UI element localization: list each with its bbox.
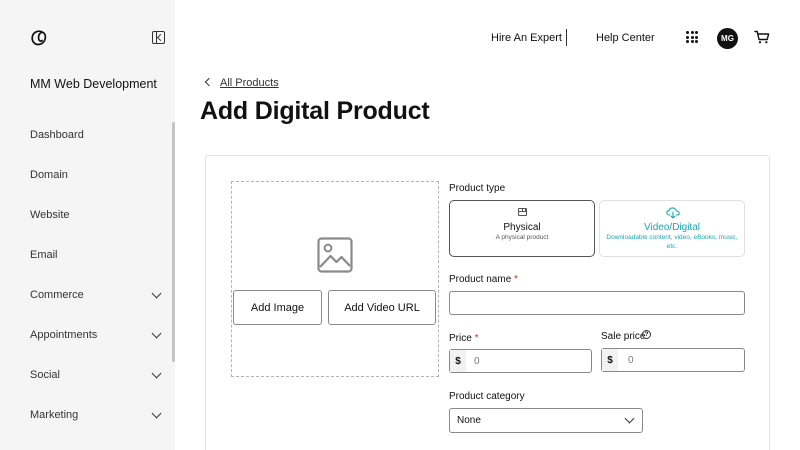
product-name-input[interactable] bbox=[449, 291, 745, 315]
sidebar-scrollbar[interactable] bbox=[172, 122, 175, 362]
product-type-subtitle: Downloadable content, video, eBooks, mus… bbox=[606, 234, 738, 250]
godaddy-logo-icon[interactable] bbox=[30, 29, 48, 47]
image-icon bbox=[317, 237, 353, 273]
sidebar-item-marketing[interactable]: Marketing bbox=[0, 395, 175, 435]
header-divider bbox=[566, 29, 567, 46]
add-image-button[interactable]: Add Image bbox=[233, 290, 322, 325]
media-dropzone[interactable] bbox=[231, 181, 439, 377]
help-center-link[interactable]: Help Center bbox=[596, 32, 655, 44]
help-icon[interactable]: ? bbox=[642, 330, 651, 339]
sidebar-item-label: Social bbox=[30, 369, 60, 381]
sidebar-item-email[interactable]: Email bbox=[0, 235, 175, 275]
chevron-down-icon bbox=[151, 328, 162, 339]
sidebar: MM Web Development Dashboard Domain Webs… bbox=[0, 0, 175, 450]
required-marker: * bbox=[514, 274, 518, 285]
product-name-label: Product name * bbox=[449, 274, 518, 285]
sale-price-input[interactable] bbox=[601, 348, 745, 372]
product-type-title: Physical bbox=[503, 222, 541, 233]
apps-grid-icon[interactable] bbox=[686, 31, 698, 43]
collapse-sidebar-icon[interactable] bbox=[152, 31, 165, 44]
sidebar-item-social[interactable]: Social bbox=[0, 355, 175, 395]
sale-price-currency: $ bbox=[602, 349, 618, 371]
sidebar-item-dashboard[interactable]: Dashboard bbox=[0, 115, 175, 155]
price-currency: $ bbox=[450, 350, 466, 372]
box-icon bbox=[518, 208, 527, 216]
chevron-down-icon bbox=[151, 408, 162, 419]
sidebar-item-website[interactable]: Website bbox=[0, 195, 175, 235]
product-category-select[interactable]: None bbox=[449, 408, 643, 433]
cart-icon[interactable] bbox=[754, 30, 770, 44]
hire-expert-link[interactable]: Hire An Expert bbox=[491, 32, 562, 44]
product-type-physical[interactable]: Physical A physical product bbox=[449, 200, 595, 257]
sidebar-item-label: Domain bbox=[30, 169, 68, 181]
product-name-label-text: Product name bbox=[449, 274, 512, 285]
chevron-down-icon bbox=[151, 288, 162, 299]
product-type-title: Video/Digital bbox=[644, 222, 700, 233]
price-label: Price * bbox=[449, 333, 478, 344]
cloud-download-icon bbox=[666, 207, 680, 219]
price-label-text: Price bbox=[449, 333, 472, 344]
sidebar-item-label: Commerce bbox=[30, 289, 84, 301]
sidebar-item-label: Appointments bbox=[30, 329, 98, 341]
sidebar-item-domain[interactable]: Domain bbox=[0, 155, 175, 195]
sidebar-item-appointments[interactable]: Appointments bbox=[0, 315, 175, 355]
chevron-left-icon[interactable] bbox=[204, 77, 214, 87]
sidebar-item-commerce[interactable]: Commerce bbox=[0, 275, 175, 315]
sale-price-label: Sale price bbox=[601, 331, 646, 342]
sidebar-item-label: Website bbox=[30, 209, 70, 221]
product-category-value: None bbox=[457, 415, 481, 426]
sidebar-nav: Dashboard Domain Website Email Commerce … bbox=[0, 115, 175, 435]
chevron-down-icon bbox=[151, 368, 162, 379]
chevron-down-icon bbox=[624, 413, 635, 424]
breadcrumb-all-products[interactable]: All Products bbox=[220, 77, 279, 89]
product-type-subtitle: A physical product bbox=[495, 234, 549, 241]
required-marker: * bbox=[474, 333, 479, 344]
product-type-label: Product type bbox=[449, 183, 506, 194]
price-input[interactable] bbox=[449, 349, 592, 373]
sidebar-item-label: Dashboard bbox=[30, 129, 84, 141]
page-title: Add Digital Product bbox=[200, 97, 430, 125]
site-name: MM Web Development bbox=[30, 77, 157, 91]
product-category-label: Product category bbox=[449, 391, 525, 402]
product-type-video-digital[interactable]: Video/Digital Downloadable content, vide… bbox=[599, 200, 745, 257]
add-video-url-button[interactable]: Add Video URL bbox=[328, 290, 436, 325]
avatar[interactable]: MG bbox=[717, 28, 738, 49]
sidebar-item-label: Email bbox=[30, 249, 58, 261]
sidebar-item-label: Marketing bbox=[30, 409, 79, 421]
